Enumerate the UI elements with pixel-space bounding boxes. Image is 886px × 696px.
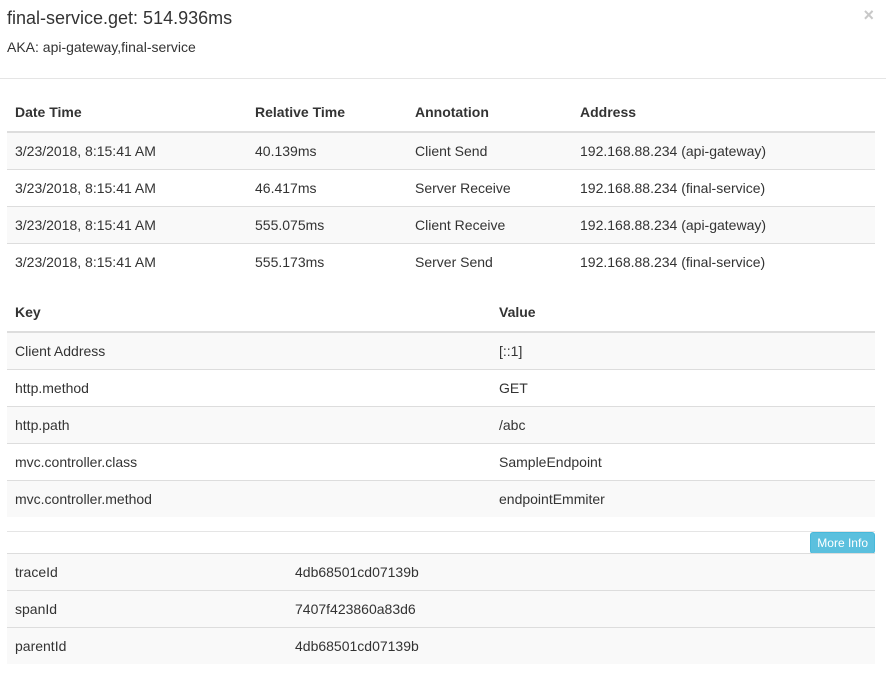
binary-annotations-header-row: Key Value <box>7 293 875 333</box>
table-row: mvc.controller.class SampleEndpoint <box>7 443 875 481</box>
table-row: Client Address [::1] <box>7 332 875 370</box>
cell-relative-time: 555.075ms <box>247 206 407 244</box>
column-header-address: Address <box>572 93 875 133</box>
binary-annotations-table: Key Value Client Address [::1] http.meth… <box>7 293 875 517</box>
table-row: 3/23/2018, 8:15:41 AM 555.173ms Server S… <box>7 243 875 280</box>
table-row: 3/23/2018, 8:15:41 AM 40.139ms Client Se… <box>7 132 875 170</box>
more-info-bar: More Info <box>7 531 875 554</box>
table-row: http.path /abc <box>7 406 875 444</box>
cell-address: 192.168.88.234 (final-service) <box>572 243 875 280</box>
annotations-table: Date Time Relative Time Annotation Addre… <box>7 93 875 280</box>
cell-address: 192.168.88.234 (api-gateway) <box>572 132 875 170</box>
cell-annotation: Server Receive <box>407 169 572 207</box>
span-title: final-service.get: 514.936ms <box>7 8 233 28</box>
cell-key: http.method <box>7 369 491 407</box>
cell-date-time: 3/23/2018, 8:15:41 AM <box>7 169 247 207</box>
table-row: spanId 7407f423860a83d6 <box>7 590 875 628</box>
cell-annotation: Server Send <box>407 243 572 280</box>
cell-annotation: Client Receive <box>407 206 572 244</box>
cell-id-key: parentId <box>7 627 287 664</box>
cell-date-time: 3/23/2018, 8:15:41 AM <box>7 243 247 280</box>
cell-value: GET <box>491 369 875 407</box>
cell-relative-time: 46.417ms <box>247 169 407 207</box>
cell-key: Client Address <box>7 332 491 370</box>
ids-table: traceId 4db68501cd07139b spanId 7407f423… <box>7 553 875 664</box>
close-icon[interactable]: × <box>863 5 874 25</box>
cell-relative-time: 40.139ms <box>247 132 407 170</box>
cell-key: http.path <box>7 406 491 444</box>
modal-header: final-service.get: 514.936ms AKA: api-ga… <box>0 0 886 79</box>
table-row: mvc.controller.method endpointEmmiter <box>7 480 875 517</box>
cell-id-value: 7407f423860a83d6 <box>287 590 875 628</box>
table-row: traceId 4db68501cd07139b <box>7 553 875 591</box>
span-aka: AKA: api-gateway,final-service <box>7 39 196 55</box>
cell-annotation: Client Send <box>407 132 572 170</box>
more-info-button[interactable]: More Info <box>810 532 875 554</box>
table-row: http.method GET <box>7 369 875 407</box>
cell-key: mvc.controller.method <box>7 480 491 517</box>
cell-value: /abc <box>491 406 875 444</box>
cell-id-key: spanId <box>7 590 287 628</box>
cell-id-value: 4db68501cd07139b <box>287 627 875 664</box>
cell-address: 192.168.88.234 (api-gateway) <box>572 206 875 244</box>
column-header-annotation: Annotation <box>407 93 572 133</box>
table-row: 3/23/2018, 8:15:41 AM 555.075ms Client R… <box>7 206 875 244</box>
cell-date-time: 3/23/2018, 8:15:41 AM <box>7 206 247 244</box>
cell-key: mvc.controller.class <box>7 443 491 481</box>
table-row: parentId 4db68501cd07139b <box>7 627 875 664</box>
column-header-relative-time: Relative Time <box>247 93 407 133</box>
cell-value: SampleEndpoint <box>491 443 875 481</box>
cell-date-time: 3/23/2018, 8:15:41 AM <box>7 132 247 170</box>
span-detail-modal: final-service.get: 514.936ms AKA: api-ga… <box>0 0 886 696</box>
annotations-header-row: Date Time Relative Time Annotation Addre… <box>7 93 875 133</box>
column-header-key: Key <box>7 293 491 333</box>
cell-relative-time: 555.173ms <box>247 243 407 280</box>
cell-value: [::1] <box>491 332 875 370</box>
cell-id-key: traceId <box>7 553 287 591</box>
table-row: 3/23/2018, 8:15:41 AM 46.417ms Server Re… <box>7 169 875 207</box>
cell-value: endpointEmmiter <box>491 480 875 517</box>
cell-address: 192.168.88.234 (final-service) <box>572 169 875 207</box>
cell-id-value: 4db68501cd07139b <box>287 553 875 591</box>
column-header-value: Value <box>491 293 875 333</box>
column-header-date-time: Date Time <box>7 93 247 133</box>
